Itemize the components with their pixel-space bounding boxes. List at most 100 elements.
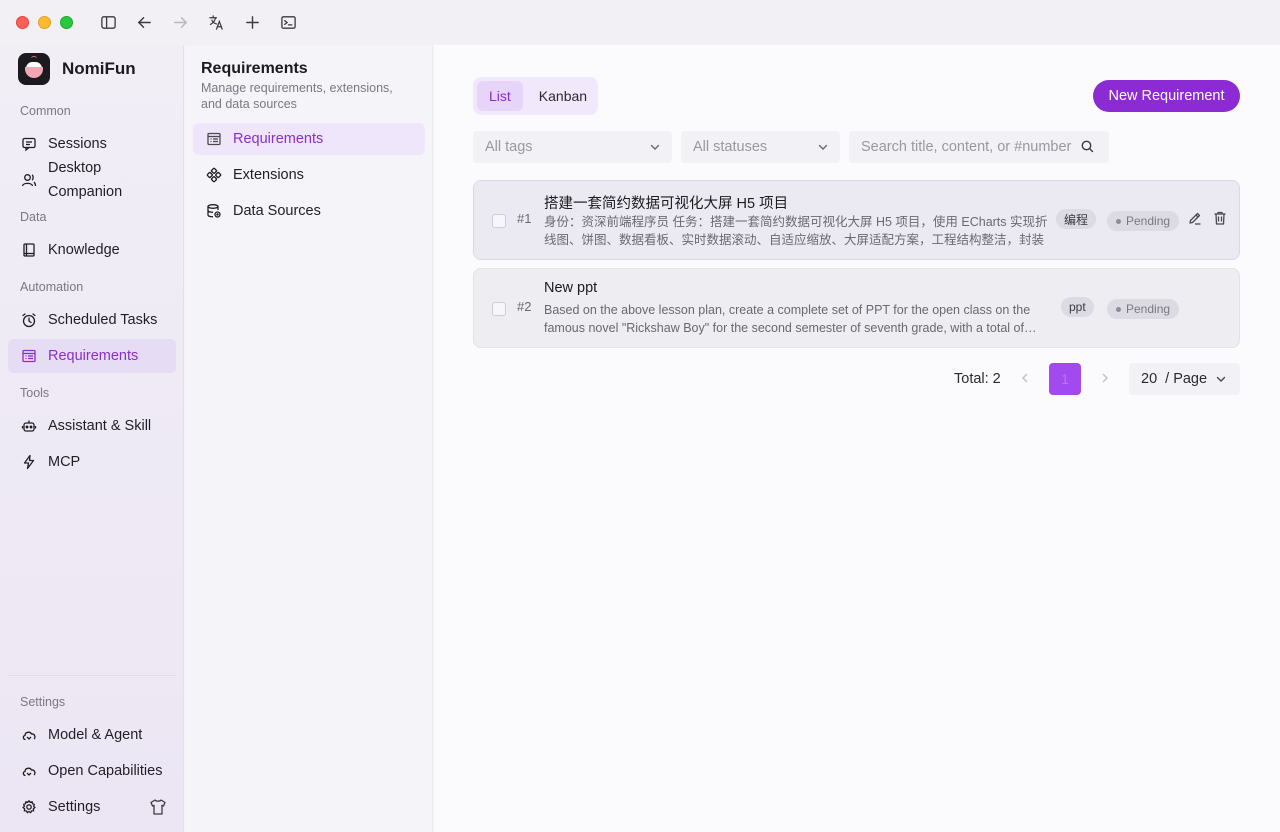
section-label-automation: Automation xyxy=(20,280,84,294)
back-arrow-icon[interactable] xyxy=(126,11,162,35)
sidebar-item-assistant-skill[interactable]: Assistant & Skill xyxy=(8,409,176,443)
sidebar-item-label: Model & Agent xyxy=(48,727,143,743)
chevron-down-icon xyxy=(650,144,660,150)
status-badge: Pending xyxy=(1107,211,1180,231)
forward-arrow-icon[interactable] xyxy=(162,11,198,35)
search-icon xyxy=(1081,140,1094,153)
status-label: Pending xyxy=(1126,302,1171,316)
minimize-window-button[interactable] xyxy=(38,16,51,29)
requirements-subpanel: Requirements Manage requirements, extens… xyxy=(185,45,433,832)
sidebar-item-model-agent[interactable]: Model & Agent xyxy=(8,718,176,752)
section-label-settings: Settings xyxy=(20,695,66,709)
kanban-view-tab[interactable]: Kanban xyxy=(527,81,599,111)
sidebar-item-label: Scheduled Tasks xyxy=(48,312,158,328)
sidebar-item-requirements[interactable]: Requirements xyxy=(8,339,176,373)
terminal-icon[interactable] xyxy=(270,11,306,35)
next-page-chevron-icon[interactable] xyxy=(1098,371,1112,385)
section-label-common: Common xyxy=(20,104,71,118)
page-button-current[interactable]: 1 xyxy=(1049,363,1081,395)
sidebar-item-label: Open Capabilities xyxy=(48,763,163,779)
section-label-data: Data xyxy=(20,210,47,224)
status-filter-placeholder: All statuses xyxy=(693,139,768,155)
page-size-value: 20 xyxy=(1141,371,1158,387)
requirement-card[interactable]: #2 New ppt Based on the above lesson pla… xyxy=(473,268,1240,348)
sidebar: NomiFun Common Sessions Desktop Companio… xyxy=(0,45,184,832)
new-requirement-button[interactable]: New Requirement xyxy=(1093,80,1240,112)
requirement-number: #2 xyxy=(517,299,532,314)
search-input[interactable]: Search title, content, or #number xyxy=(849,131,1109,163)
sidebar-divider xyxy=(8,675,176,676)
new-tab-plus-icon[interactable] xyxy=(234,11,270,35)
subpanel-item-data-sources[interactable]: Data Sources xyxy=(193,195,425,227)
window-titlebar xyxy=(0,0,1280,45)
status-dot-icon xyxy=(1116,306,1121,312)
sidebar-item-label: Knowledge xyxy=(48,242,120,258)
theme-shirt-icon[interactable] xyxy=(148,797,168,817)
translate-icon[interactable] xyxy=(198,11,234,35)
close-window-button[interactable] xyxy=(16,16,29,29)
search-placeholder: Search title, content, or #number xyxy=(861,139,1072,155)
subpanel-description: Manage requirements, extensions, and dat… xyxy=(201,81,393,111)
requirement-tag: ppt xyxy=(1061,297,1094,317)
requirement-number: #1 xyxy=(517,211,532,226)
row-checkbox[interactable] xyxy=(492,302,506,316)
sidebar-item-desktop-companion[interactable]: Desktop Companion xyxy=(8,155,176,205)
chat-icon xyxy=(20,135,38,153)
book-icon xyxy=(20,241,38,259)
subpanel-title: Requirements xyxy=(201,60,308,77)
sidebar-item-mcp[interactable]: MCP xyxy=(8,445,176,479)
toggle-sidebar-icon[interactable] xyxy=(90,11,126,35)
brand: NomiFun xyxy=(18,53,136,85)
list-view-tab[interactable]: List xyxy=(477,81,523,111)
tags-filter-select[interactable]: All tags xyxy=(473,131,672,163)
sidebar-item-label: Sessions xyxy=(48,136,107,152)
sidebar-item-label: MCP xyxy=(48,454,81,470)
subpanel-item-label: Requirements xyxy=(233,131,324,147)
page-size-select[interactable]: 20 / Page xyxy=(1129,363,1240,395)
sidebar-item-label: Requirements xyxy=(48,348,139,364)
sidebar-item-knowledge[interactable]: Knowledge xyxy=(8,233,176,267)
app-name: NomiFun xyxy=(62,59,136,78)
view-toggle: List Kanban xyxy=(473,77,598,115)
sidebar-item-label: Desktop Companion xyxy=(48,160,123,200)
cloud-icon xyxy=(20,726,38,744)
alarm-clock-icon xyxy=(20,311,38,329)
requirement-description: 身份：资深前端程序员 任务：搭建一套简约数据可视化大屏 H5 项目，使用 ECh… xyxy=(544,215,1048,247)
status-badge: Pending xyxy=(1107,299,1180,319)
requirement-card[interactable]: #1 搭建一套简约数据可视化大屏 H5 项目 身份：资深前端程序员 任务：搭建一… xyxy=(473,180,1240,260)
requirement-tag: 编程 xyxy=(1056,209,1097,229)
window-controls xyxy=(16,16,73,29)
gear-icon xyxy=(20,798,38,816)
tags-filter-placeholder: All tags xyxy=(485,139,533,155)
requirement-title: New ppt xyxy=(544,280,598,296)
database-icon xyxy=(205,202,223,220)
status-dot-icon xyxy=(1116,218,1121,224)
sidebar-item-open-capabilities[interactable]: Open Capabilities xyxy=(8,754,176,788)
chevron-down-icon xyxy=(818,144,828,150)
maximize-window-button[interactable] xyxy=(60,16,73,29)
status-label: Pending xyxy=(1126,214,1171,228)
status-filter-select[interactable]: All statuses xyxy=(681,131,840,163)
subpanel-item-requirements[interactable]: Requirements xyxy=(193,123,425,155)
chevron-down-icon xyxy=(1216,376,1226,382)
delete-trash-icon[interactable] xyxy=(1212,210,1228,226)
sidebar-item-scheduled-tasks[interactable]: Scheduled Tasks xyxy=(8,303,176,337)
app-logo-icon xyxy=(18,53,50,85)
cloud-icon xyxy=(20,762,38,780)
requirement-description: Based on the above lesson plan, create a… xyxy=(544,303,1037,335)
sidebar-item-label: Settings xyxy=(48,799,101,815)
companion-icon xyxy=(20,171,38,189)
edit-pencil-icon[interactable] xyxy=(1187,210,1203,226)
subpanel-item-label: Extensions xyxy=(233,167,304,183)
sidebar-item-label: Assistant & Skill xyxy=(48,418,152,434)
pagination-total: Total: 2 xyxy=(954,371,1001,387)
lightning-icon xyxy=(20,453,38,471)
subpanel-item-extensions[interactable]: Extensions xyxy=(193,159,425,191)
robot-icon xyxy=(20,417,38,435)
page-size-suffix: / Page xyxy=(1165,371,1208,387)
puzzle-icon xyxy=(205,166,223,184)
previous-page-chevron-icon[interactable] xyxy=(1018,371,1032,385)
section-label-tools: Tools xyxy=(20,386,50,400)
main-content: List Kanban New Requirement All tags All… xyxy=(434,45,1280,832)
row-checkbox[interactable] xyxy=(492,214,506,228)
